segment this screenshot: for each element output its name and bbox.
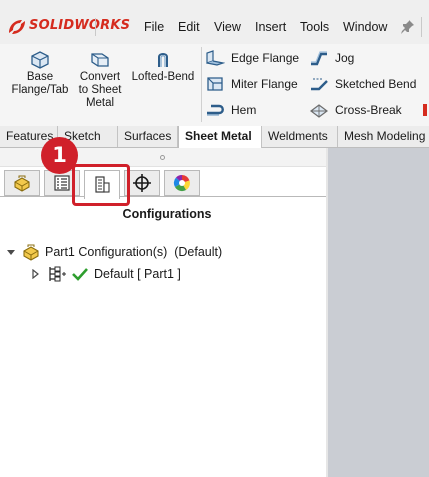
menu-insert[interactable]: Insert — [255, 20, 286, 34]
ribbon-separator — [201, 47, 202, 122]
tree-child-row[interactable]: Default [ Part1 ] — [30, 264, 181, 284]
configuration-manager-pane — [0, 148, 326, 477]
convert-label-2: to Sheet — [78, 84, 122, 96]
base-flange-label-1: Base — [26, 71, 54, 83]
convert-to-sheet-metal-icon — [91, 53, 109, 67]
solidworks-logo-text: SOLIDWORKS — [29, 18, 131, 33]
lofted-bend-label: Lofted-Bend — [131, 71, 195, 83]
title-separator — [95, 18, 96, 36]
base-flange-label-2: Flange/Tab — [11, 84, 69, 96]
pane-title: Configurations — [122, 207, 212, 221]
tab-weldments[interactable]: Weldments — [262, 126, 338, 147]
miter-flange-button[interactable]: Miter Flange — [205, 74, 298, 94]
jog-label: Jog — [335, 51, 355, 65]
edge-flange-icon — [206, 50, 225, 66]
miter-flange-icon — [207, 77, 223, 91]
property-manager-icon — [54, 175, 70, 191]
feature-manager-icon — [14, 175, 30, 192]
pane-splitter-handle[interactable] — [160, 155, 165, 160]
sketched-bend-button[interactable]: Sketched Bend — [309, 74, 416, 94]
part-icon — [23, 244, 39, 261]
cross-break-label: Cross-Break — [335, 103, 402, 117]
feature-manager-tab[interactable] — [4, 170, 40, 196]
hem-button[interactable]: Hem — [205, 100, 256, 120]
menu-tools[interactable]: Tools — [300, 20, 329, 34]
menu-file[interactable]: File — [144, 20, 164, 34]
highlight-box — [72, 164, 130, 206]
sketched-bend-icon — [311, 78, 328, 91]
graphics-area[interactable] — [328, 148, 429, 477]
dimxpert-manager-icon — [133, 174, 151, 192]
convert-to-sheet-metal-button[interactable]: Convert to Sheet Metal — [74, 50, 126, 110]
pin-icon[interactable] — [400, 18, 416, 36]
sketched-bend-label: Sketched Bend — [335, 77, 417, 91]
expand-arrow-icon[interactable] — [30, 269, 40, 279]
base-flange-tab-button[interactable]: Base Flange/Tab — [6, 50, 74, 97]
active-check-icon — [72, 268, 88, 281]
edge-flange-label: Edge Flange — [231, 51, 300, 65]
lofted-bend-icon — [158, 53, 168, 67]
cross-break-icon — [310, 104, 328, 118]
menu-separator — [421, 17, 422, 37]
ribbon-overflow-edge — [423, 104, 427, 116]
jog-button[interactable]: Jog — [309, 48, 354, 68]
tree-child-label: Default [ Part1 ] — [94, 267, 181, 281]
lofted-bend-button[interactable]: Lofted-Bend — [128, 50, 198, 84]
tree-root-row[interactable]: Part1 Configuration(s) (Default) — [6, 242, 222, 262]
edge-flange-button[interactable]: Edge Flange — [205, 48, 299, 68]
step-badge: 1 — [41, 137, 78, 174]
miter-flange-label: Miter Flange — [231, 77, 298, 91]
base-flange-icon — [31, 51, 49, 69]
menu-view[interactable]: View — [214, 20, 241, 34]
tab-surfaces[interactable]: Surfaces — [118, 126, 178, 147]
display-manager-tab[interactable] — [164, 170, 200, 196]
hem-label: Hem — [231, 103, 257, 117]
collapse-arrow-icon[interactable] — [6, 247, 16, 257]
solidworks-logo-icon — [9, 20, 25, 34]
tab-sheet-metal[interactable]: Sheet Metal — [178, 126, 262, 148]
manager-tabs-baseline — [0, 196, 326, 197]
cross-break-button[interactable]: Cross-Break — [309, 100, 402, 120]
configuration-icon — [49, 266, 66, 282]
hem-icon — [207, 104, 224, 116]
tab-mesh-modeling[interactable]: Mesh Modeling — [338, 126, 429, 147]
jog-icon — [311, 51, 327, 66]
tree-root-label: Part1 Configuration(s) (Default) — [45, 245, 223, 259]
convert-label-3: Metal — [85, 97, 115, 109]
convert-label-1: Convert — [79, 71, 121, 83]
menu-edit[interactable]: Edit — [178, 20, 200, 34]
display-manager-icon — [173, 174, 190, 192]
menu-window[interactable]: Window — [343, 20, 387, 34]
